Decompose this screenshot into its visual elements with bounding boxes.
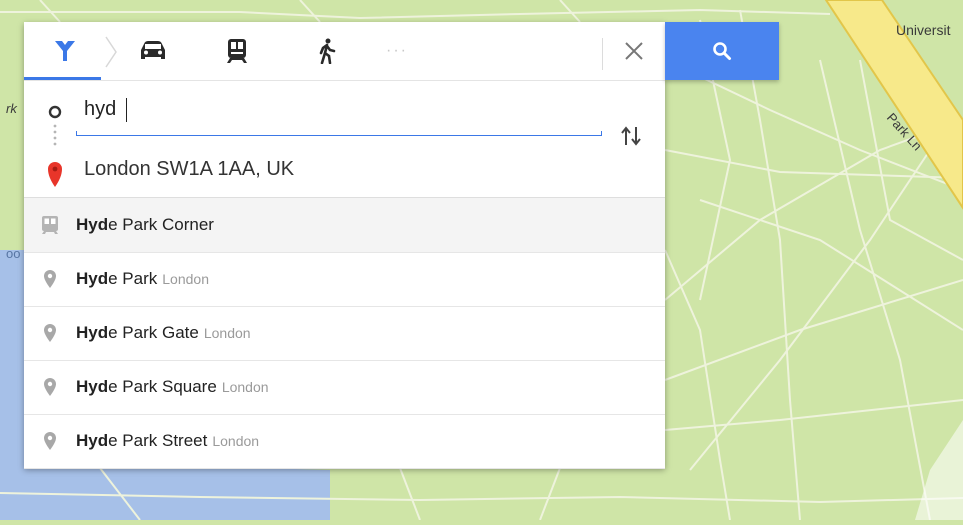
suggestion-item[interactable]: Hyde Park Street London	[24, 414, 665, 469]
suggestion-secondary: London	[212, 433, 260, 449]
suggestion-rest: e Park Corner	[108, 215, 214, 234]
active-mode-underline	[24, 77, 101, 80]
directions-panel: ··· London SW1A 1AA, UK	[24, 22, 779, 469]
suggestion-match: Hyd	[76, 323, 109, 342]
suggestion-secondary: London	[203, 325, 251, 341]
suggestion-secondary: London	[221, 379, 269, 395]
suggestion-match: Hyd	[76, 431, 109, 450]
place-pin-icon	[24, 431, 76, 451]
suggestion-rest: e Park	[108, 269, 158, 288]
travel-mode-bar: ···	[24, 22, 779, 81]
swap-directions-icon[interactable]	[620, 125, 642, 147]
origin-circle-icon	[48, 105, 62, 119]
route-fork-icon	[55, 41, 75, 61]
suggestion-rest: e Park Street	[108, 431, 208, 450]
suggestion-match: Hyd	[76, 215, 109, 234]
route-connector	[48, 105, 62, 187]
suggestion-label: Hyde Park Street	[76, 431, 207, 451]
origin-input[interactable]	[84, 97, 594, 121]
chevron-separator-icon	[105, 36, 117, 68]
destination-field[interactable]: London SW1A 1AA, UK	[84, 158, 294, 181]
origin-input-underline	[76, 131, 602, 136]
route-inputs: London SW1A 1AA, UK	[24, 81, 665, 198]
map-label-park-fragment: rk	[6, 101, 17, 116]
search-button[interactable]	[665, 22, 779, 80]
map-label-water-fragment: oo	[6, 246, 21, 261]
place-pin-icon	[24, 269, 76, 289]
close-directions-button[interactable]	[604, 22, 664, 80]
suggestion-match: Hyd	[76, 377, 109, 396]
mode-more[interactable]: ···	[370, 22, 424, 80]
mode-car[interactable]	[126, 22, 180, 80]
suggestion-item[interactable]: Hyde Park Square London	[24, 360, 665, 415]
destination-pin-icon	[48, 162, 62, 187]
mode-transit[interactable]	[210, 22, 264, 80]
suggestion-label: Hyde Park	[76, 269, 157, 289]
toolbar-divider	[602, 38, 603, 70]
place-pin-icon	[24, 323, 76, 343]
suggestion-rest: e Park Square	[108, 377, 217, 396]
suggestion-item[interactable]: Hyde Park London	[24, 252, 665, 307]
suggestion-match: Hyd	[76, 269, 109, 288]
suggestion-label: Hyde Park Corner	[76, 215, 214, 235]
suggestion-label: Hyde Park Gate	[76, 323, 199, 343]
suggestion-rest: e Park Gate	[108, 323, 199, 342]
search-icon	[713, 42, 731, 60]
mode-best-route[interactable]	[38, 22, 92, 80]
walking-icon	[319, 38, 336, 64]
text-caret	[126, 98, 127, 122]
close-icon	[625, 42, 643, 60]
train-icon	[227, 39, 247, 63]
car-icon	[141, 41, 165, 59]
place-pin-icon	[24, 377, 76, 397]
mode-walking[interactable]	[300, 22, 354, 80]
suggestion-secondary: London	[162, 271, 209, 287]
suggestion-label: Hyde Park Square	[76, 377, 217, 397]
suggestion-item[interactable]: Hyde Park Gate London	[24, 306, 665, 361]
suggestion-item[interactable]: Hyde Park Corner	[24, 198, 665, 253]
map-label-university: Universit	[896, 22, 951, 38]
transit-station-icon	[24, 215, 76, 235]
